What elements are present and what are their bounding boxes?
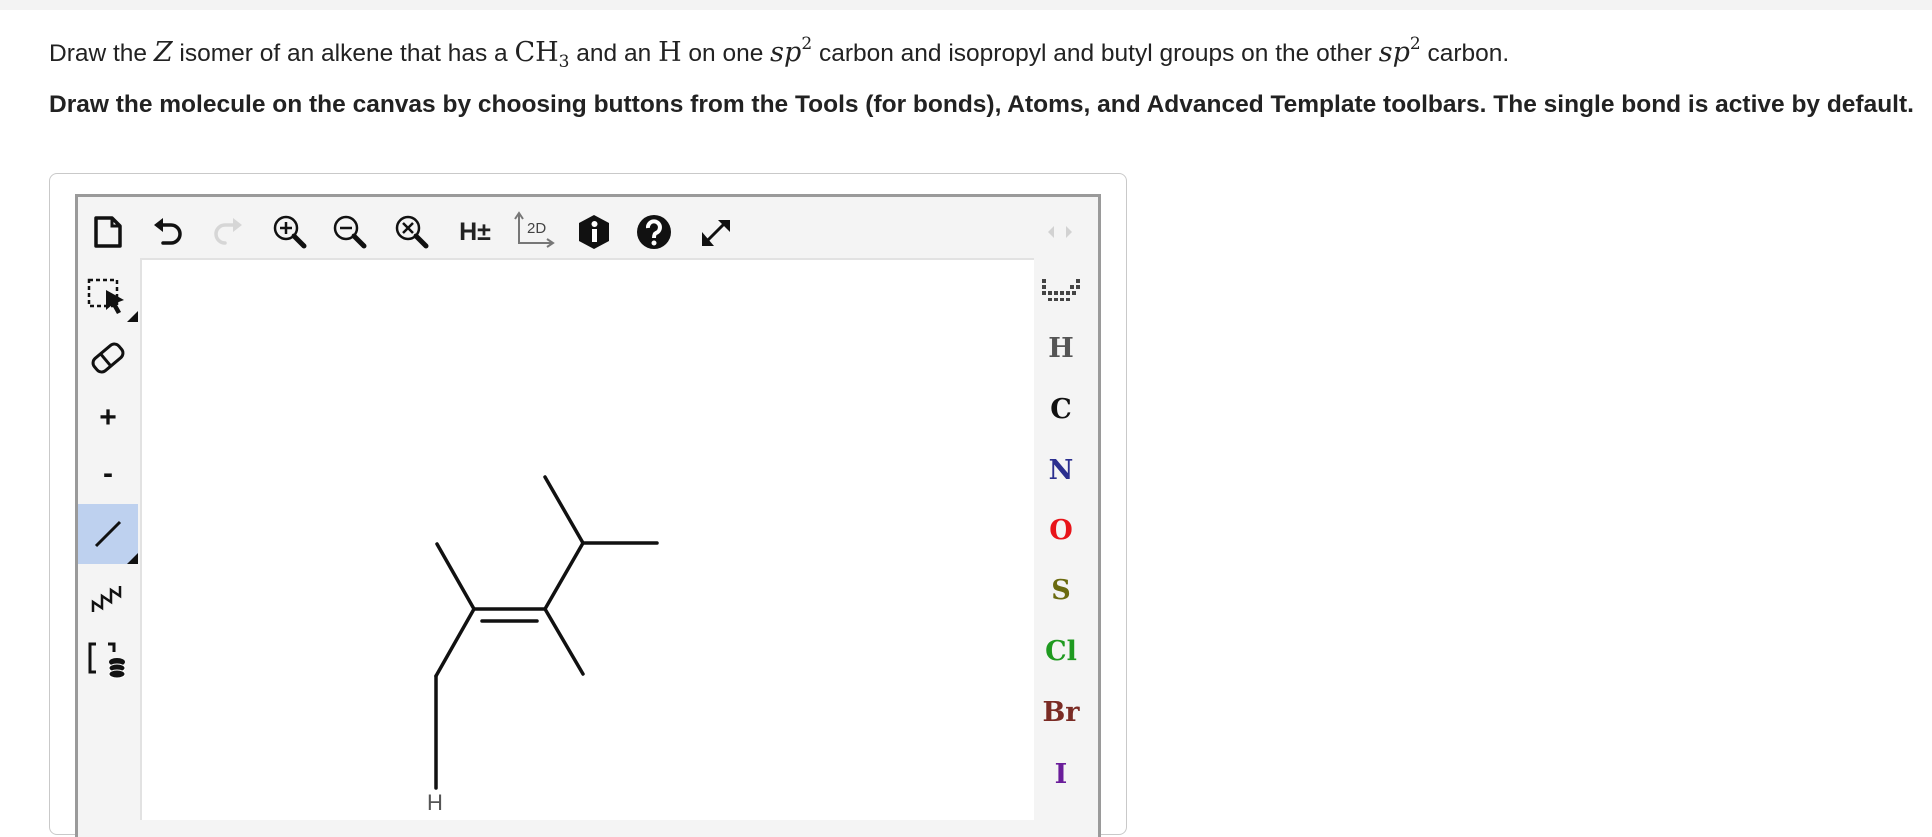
isopropyl-bond-1 — [543, 475, 585, 545]
chain-tool[interactable] — [78, 574, 138, 626]
atom-c-label: C — [1050, 393, 1072, 425]
atom-button-i[interactable]: I — [1035, 752, 1087, 796]
hydrogens-toggle[interactable]: H± — [452, 212, 498, 252]
atom-button-h[interactable]: H — [1035, 326, 1087, 370]
atom-button-s[interactable]: S — [1035, 568, 1087, 612]
select-tool[interactable] — [78, 270, 138, 322]
clean-2d-icon[interactable]: 2D — [512, 208, 558, 254]
charge-plus-tool[interactable]: + — [78, 392, 138, 444]
charge-minus-tool[interactable]: - — [78, 448, 138, 500]
selection-icon — [87, 278, 124, 314]
atom-br-label: Br — [1042, 696, 1080, 728]
periodic-table-button[interactable] — [1038, 272, 1084, 308]
chevron-left-icon[interactable] — [1048, 226, 1054, 238]
undo-icon[interactable] — [148, 212, 188, 252]
bond-to-butyl — [543, 607, 585, 676]
atom-cl-label: Cl — [1045, 635, 1077, 667]
drawing-canvas[interactable]: H — [140, 258, 1034, 820]
bond-to-h — [434, 607, 476, 678]
atom-i-label: I — [1054, 758, 1068, 790]
eraser-tool[interactable] — [78, 332, 138, 384]
zoom-reset-icon[interactable] — [390, 210, 434, 254]
instructions-text: Draw the molecule on the canvas by choos… — [49, 91, 1914, 118]
atom-button-o[interactable]: O — [1035, 508, 1087, 552]
bond-to-isopropyl — [543, 541, 585, 611]
atom-button-br[interactable]: Br — [1035, 690, 1087, 734]
clean-2d-label: 2D — [527, 220, 546, 237]
atom-button-cl[interactable]: Cl — [1035, 629, 1087, 673]
atom-button-c[interactable]: C — [1035, 387, 1087, 431]
template-icon — [88, 642, 126, 679]
atom-o-label: O — [1049, 514, 1073, 546]
molecule-drawing: H — [427, 475, 659, 815]
chain-icon — [91, 586, 122, 612]
help-icon[interactable] — [632, 210, 676, 254]
template-tool[interactable] — [78, 634, 138, 686]
atom-h-label: H — [1048, 332, 1074, 364]
periodic-table-icon — [1042, 279, 1080, 301]
chevron-right-icon[interactable] — [1066, 226, 1072, 238]
atom-toolbar-scroll[interactable] — [1040, 218, 1080, 246]
single-bond-icon — [94, 520, 122, 548]
zoom-in-icon[interactable] — [268, 210, 312, 254]
info-icon[interactable] — [574, 212, 614, 252]
redo-icon[interactable] — [208, 212, 248, 252]
single-bond-tool[interactable] — [78, 504, 138, 564]
fullscreen-icon[interactable] — [694, 210, 738, 254]
bond-to-methyl — [435, 542, 476, 611]
zoom-out-icon[interactable] — [328, 210, 372, 254]
new-document-icon[interactable] — [88, 212, 128, 252]
question-text: Draw the Z isomer of an alkene that has … — [49, 34, 1510, 72]
eraser-icon — [91, 342, 125, 374]
atom-n-label: N — [1048, 454, 1074, 486]
atom-s-label: S — [1051, 574, 1071, 606]
top-strip — [0, 0, 1932, 10]
atom-button-n[interactable]: N — [1035, 448, 1087, 492]
atom-label-h: H — [427, 790, 443, 815]
